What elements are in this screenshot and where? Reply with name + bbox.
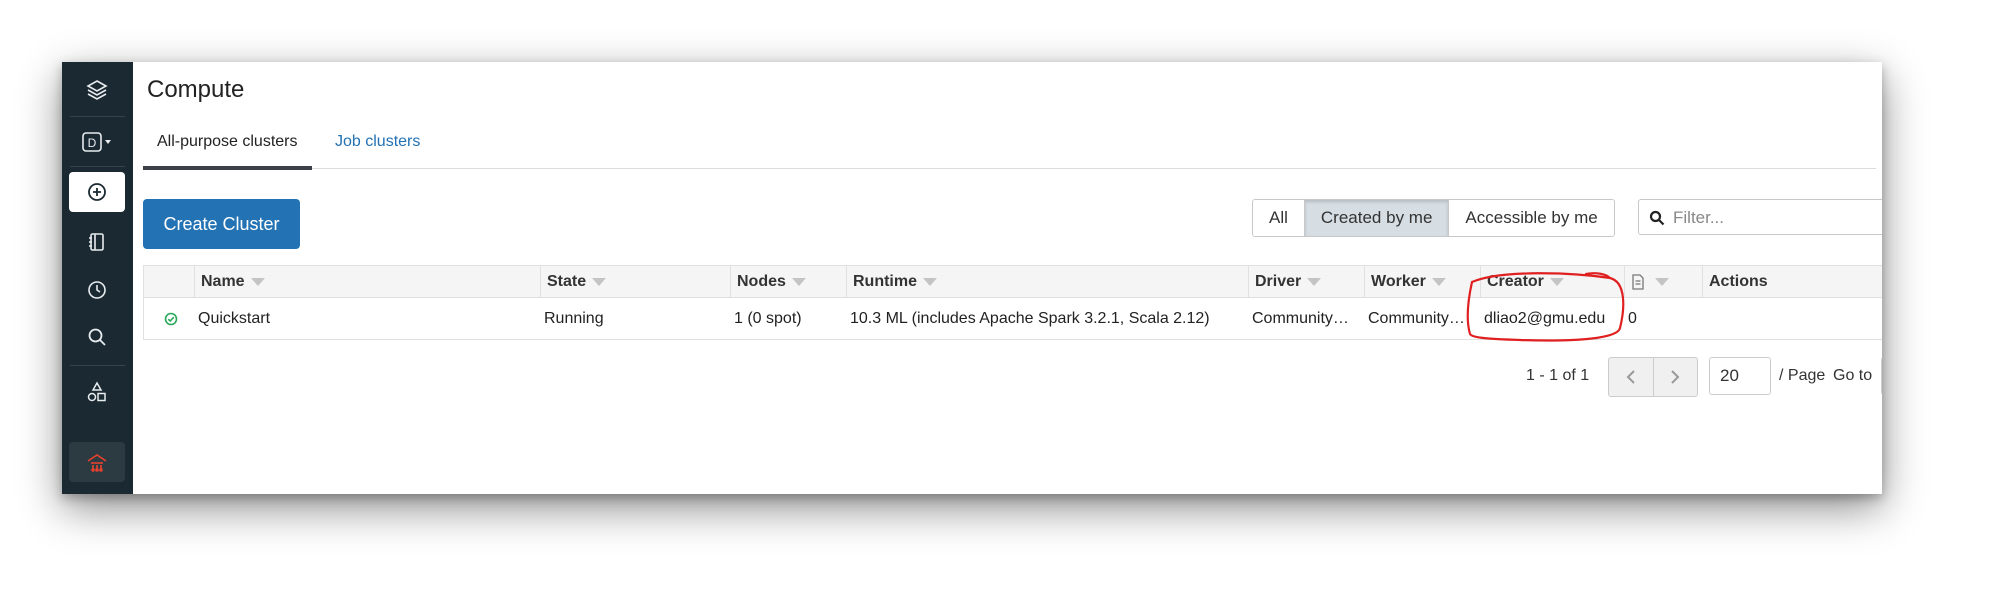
sidebar-divider xyxy=(70,365,125,366)
pagination-buttons xyxy=(1608,357,1698,397)
cluster-driver: Community… xyxy=(1252,310,1349,327)
notebook-icon xyxy=(89,233,104,251)
sidebar-item-search[interactable] xyxy=(69,317,125,357)
cluster-notebooks-count: 0 xyxy=(1628,310,1637,327)
sort-caret-icon xyxy=(1307,277,1322,286)
sort-caret-icon xyxy=(1655,277,1669,286)
cluster-name-link[interactable]: Quickstart xyxy=(198,298,538,339)
column-header-worker[interactable]: Worker xyxy=(1364,266,1480,297)
column-header-driver[interactable]: Driver xyxy=(1248,266,1364,297)
sidebar-create-button[interactable] xyxy=(69,172,125,212)
sort-caret-icon xyxy=(923,277,937,286)
create-cluster-button[interactable]: Create Cluster xyxy=(143,199,300,249)
cluster-creator: dliao2@gmu.edu xyxy=(1484,310,1606,327)
pagination-range: 1 - 1 of 1 xyxy=(1526,367,1590,384)
compute-icon xyxy=(87,454,107,472)
column-header-name[interactable]: Name xyxy=(194,266,540,297)
sidebar-item-compute[interactable] xyxy=(69,442,125,482)
cluster-tabs: All-purpose clusters Job clusters xyxy=(143,128,1876,170)
ownership-filter: All Created by me Accessible by me xyxy=(1252,199,1615,237)
filter-input[interactable] xyxy=(1671,204,1882,232)
main-content: Compute All-purpose clusters Job cluster… xyxy=(133,62,1882,494)
column-header-state[interactable]: State xyxy=(540,266,730,297)
pagination: 1 - 1 of 1 / Page Go to xyxy=(133,357,1882,397)
layers-icon xyxy=(86,80,108,100)
sort-caret-icon xyxy=(592,277,607,286)
column-header-nodes[interactable]: Nodes xyxy=(730,266,846,297)
chevron-right-icon xyxy=(1671,370,1680,384)
column-header-notebooks[interactable] xyxy=(1624,266,1702,297)
filter-all-button[interactable]: All xyxy=(1253,200,1305,236)
table-row[interactable]: Quickstart Running 1 (0 spot) 10.3 ML (i… xyxy=(143,298,1882,340)
sort-caret-icon xyxy=(250,277,265,286)
cluster-runtime: 10.3 ML (includes Apache Spark 3.2.1, Sc… xyxy=(850,310,1210,327)
prev-page-button[interactable] xyxy=(1609,358,1654,396)
workspace-icon: D xyxy=(82,132,111,152)
sort-caret-icon xyxy=(791,277,806,286)
sidebar-item-workspace[interactable] xyxy=(69,222,125,262)
filter-created-by-me-button[interactable]: Created by me xyxy=(1304,200,1450,236)
chevron-left-icon xyxy=(1626,370,1635,384)
cluster-state: Running xyxy=(544,310,604,327)
page-size-input[interactable] xyxy=(1709,357,1771,395)
tab-all-purpose-clusters[interactable]: All-purpose clusters xyxy=(143,128,312,170)
per-page-label: / Page xyxy=(1779,367,1826,384)
sidebar-divider xyxy=(70,116,125,117)
workspace-switcher[interactable]: D xyxy=(69,122,125,162)
filter-box xyxy=(1638,199,1882,235)
shapes-icon xyxy=(87,381,106,402)
sort-caret-icon xyxy=(1431,277,1446,286)
search-icon xyxy=(88,328,106,346)
table-header: Name State Nodes Runtime Driver Worker C… xyxy=(143,265,1882,298)
sidebar-item-data[interactable] xyxy=(69,372,125,412)
cluster-worker: Community… xyxy=(1368,310,1465,327)
tab-job-clusters[interactable]: Job clusters xyxy=(331,128,424,166)
next-page-button[interactable] xyxy=(1654,358,1698,396)
notebook-icon xyxy=(1632,274,1644,290)
workspace-letter: D xyxy=(88,136,97,150)
column-header-creator[interactable]: Creator xyxy=(1480,266,1624,297)
page-title: Compute xyxy=(147,76,245,103)
sidebar-divider xyxy=(70,166,125,167)
goto-label: Go to xyxy=(1833,367,1873,384)
history-icon xyxy=(88,281,106,299)
filter-accessible-by-me-button[interactable]: Accessible by me xyxy=(1449,200,1614,236)
create-icon xyxy=(88,183,106,201)
column-header-runtime[interactable]: Runtime xyxy=(846,266,1248,297)
goto-page-input[interactable] xyxy=(1881,357,1882,395)
databricks-logo[interactable] xyxy=(69,70,125,110)
sort-caret-icon xyxy=(1549,277,1564,286)
app-window: D Compute All-purpose clusters Job clust… xyxy=(62,62,1882,494)
search-icon xyxy=(1649,210,1665,226)
sidebar: D xyxy=(62,62,133,494)
status-running-icon xyxy=(164,298,184,339)
column-header-actions: Actions xyxy=(1702,266,1882,297)
sidebar-item-recents[interactable] xyxy=(69,270,125,310)
cluster-nodes: 1 (0 spot) xyxy=(734,310,802,327)
